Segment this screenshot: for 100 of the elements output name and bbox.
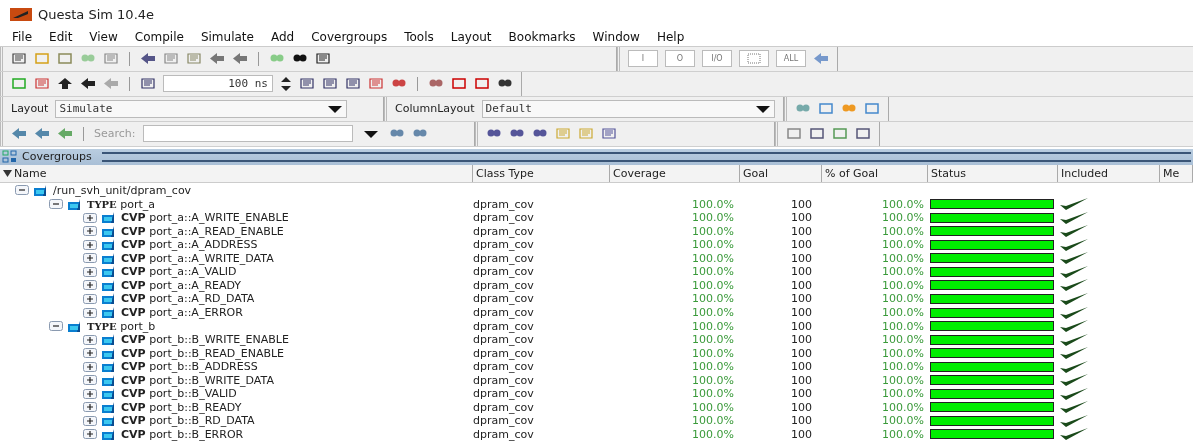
column-layout-dropdown[interactable]: Default [481, 99, 775, 118]
undo-icon[interactable] [209, 52, 225, 66]
table-cell-text: 100.0% [881, 292, 925, 306]
column-header[interactable]: Goal [740, 164, 822, 182]
menu-item[interactable]: File [6, 29, 44, 44]
node-icon [101, 252, 117, 264]
table-cell-text: dpram_cov [473, 360, 535, 374]
table-cell-text: 100.0% [881, 224, 925, 238]
menu-item[interactable]: Add [264, 29, 306, 44]
column-header[interactable]: Coverage [610, 164, 740, 182]
app-logo-icon [10, 8, 32, 22]
tree-item[interactable]: CVP port_a::A_VALID [121, 265, 237, 279]
node-icon [101, 361, 117, 373]
column-header[interactable]: Me [1160, 164, 1193, 182]
table-cell-text: 100.0% [881, 346, 925, 360]
table-cell-text: 100.0% [881, 306, 925, 320]
table-cell-text: 100 [790, 333, 813, 347]
column-header[interactable]: Class Type [473, 164, 610, 182]
menu-item[interactable]: Layout [444, 29, 503, 44]
tree-item[interactable]: TYPE port_a [87, 197, 156, 211]
tree-item[interactable]: CVP port_a::A_RD_DATA [121, 292, 255, 306]
table-cell-text: 100.0% [691, 373, 735, 387]
tree-item[interactable]: CVP port_b::B_ADDRESS [121, 360, 258, 374]
menu-item[interactable]: Simulate [194, 29, 265, 44]
table-cell-text: 100.0% [691, 224, 735, 238]
tree-item[interactable]: CVP port_b::B_RD_DATA [121, 414, 255, 428]
tree-item[interactable]: CVP port_b::B_ERROR [121, 427, 244, 441]
layout-label: Layout [11, 102, 49, 116]
table-cell-text: 100.0% [691, 346, 735, 360]
table-cell-text: 100.0% [691, 265, 735, 279]
menu-item[interactable]: Tools [398, 29, 445, 44]
filter-button[interactable]: O [665, 50, 695, 68]
table-cell-text: 100.0% [691, 211, 735, 225]
node-icon [67, 198, 83, 210]
tree-item[interactable]: CVP port_b::B_VALID [121, 387, 237, 401]
table-cell-text: 100.0% [691, 238, 735, 252]
up-arrow-icon[interactable] [57, 77, 73, 91]
table-cell-text: 100.0% [691, 251, 735, 265]
tree-item[interactable]: CVP port_a::A_ERROR [121, 306, 243, 320]
tree-item[interactable]: CVP port_b::B_READ_ENABLE [121, 346, 285, 360]
table-cell-text: 100.0% [691, 306, 735, 320]
node-icon [101, 266, 117, 278]
tree-item[interactable]: CVP port_a::A_READ_ENABLE [121, 224, 284, 238]
table-cell-text: dpram_cov [473, 427, 535, 441]
spinner-icon[interactable] [280, 75, 292, 92]
search-field[interactable] [142, 125, 353, 143]
sort-icon[interactable] [3, 169, 12, 177]
filter-button[interactable]: I/O [702, 50, 732, 68]
table-cell-text: 100.0% [691, 414, 735, 428]
tree-item[interactable]: CVP port_b::B_READY [121, 400, 242, 414]
node-icon [101, 307, 117, 319]
table-cell-text: 100.0% [881, 319, 925, 333]
column-header[interactable]: Included [1058, 164, 1160, 182]
window-title: Questa Sim 10.4e [38, 7, 155, 23]
tree-item[interactable]: TYPE port_b [87, 319, 156, 333]
table-cell-text: 100 [790, 224, 813, 238]
right-arrow-icon[interactable] [103, 77, 119, 91]
filter-button[interactable]: I [628, 50, 658, 68]
column-header[interactable]: Name [0, 164, 473, 182]
table-cell-text: 100.0% [881, 197, 925, 211]
node-icon [101, 334, 117, 346]
layout-dropdown[interactable]: Simulate [55, 99, 348, 118]
table-cell-text: dpram_cov [473, 414, 535, 428]
search-label: Search: [94, 127, 136, 141]
menu-item[interactable]: Bookmarks [502, 29, 587, 44]
menu-item[interactable]: Help [650, 29, 696, 44]
table-cell-text: 100.0% [881, 251, 925, 265]
table-cell-text: 100.0% [881, 238, 925, 252]
table-cell-text: 100.0% [691, 427, 735, 441]
covergroup-icon [2, 150, 18, 164]
table-cell-text: 100 [790, 211, 813, 225]
tree-item[interactable]: CVP port_b::B_WRITE_ENABLE [121, 333, 289, 347]
table-cell-text: 100 [790, 197, 813, 211]
column-header[interactable]: % of Goal [822, 164, 928, 182]
table-cell-text: 100 [790, 319, 813, 333]
tree-item[interactable]: CVP port_b::B_WRITE_DATA [121, 373, 274, 387]
table-cell-text: 100 [790, 427, 813, 441]
tree-item[interactable]: CVP port_a::A_WRITE_DATA [121, 251, 274, 265]
menu-item[interactable]: Covergroups [305, 29, 399, 44]
tree-item[interactable]: CVP port_a::A_WRITE_ENABLE [121, 211, 289, 225]
table-cell-text: 100 [790, 278, 813, 292]
left-arrow-icon[interactable] [80, 77, 96, 91]
tree-item[interactable]: CVP port_a::A_ADDRESS [121, 238, 258, 252]
menu-item[interactable]: View [83, 29, 129, 44]
menu-item[interactable]: Window [586, 29, 651, 44]
dotted-box-icon[interactable] [739, 50, 769, 68]
table-cell-text: 100.0% [881, 414, 925, 428]
panel-title: Covergroups [22, 150, 92, 164]
run-length-field[interactable]: 100 ns [163, 75, 273, 93]
node-icon [33, 184, 49, 196]
table-cell-text: dpram_cov [473, 292, 535, 306]
filter-button[interactable]: ALL [776, 50, 806, 68]
table-cell-text: 100.0% [691, 319, 735, 333]
menu-item[interactable]: Compile [128, 29, 195, 44]
column-header[interactable]: Status [928, 164, 1058, 182]
menu-item[interactable]: Edit [43, 29, 84, 44]
tree-item[interactable]: /run_svh_unit/dpram_cov [53, 183, 192, 197]
tree-item[interactable]: CVP port_a::A_READY [121, 278, 242, 292]
table-cell-text: 100.0% [691, 400, 735, 414]
table-cell-text: dpram_cov [473, 387, 535, 401]
